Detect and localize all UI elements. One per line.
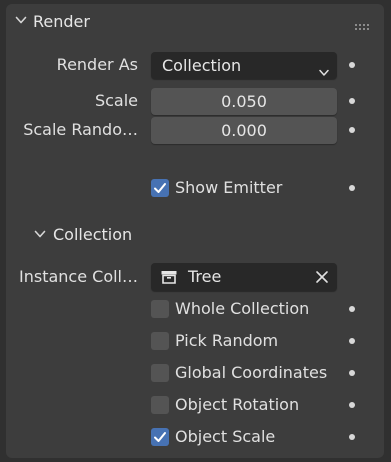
dropdown-arrow-icon: [319, 62, 329, 76]
show-emitter-label[interactable]: Show Emitter: [175, 177, 282, 199]
render-as-keyframe-dot-icon[interactable]: [349, 62, 355, 68]
whole-collection-label[interactable]: Whole Collection: [175, 298, 309, 320]
scale-label: Scale: [94, 91, 138, 110]
chevron-down-icon[interactable]: [15, 14, 27, 26]
show-emitter-checkbox[interactable]: [151, 179, 169, 197]
scale-field[interactable]: 0.050: [151, 88, 337, 115]
instance-collection-field[interactable]: Tree: [151, 263, 337, 291]
scale-random-value: 0.000: [221, 121, 267, 140]
pick-random-keyframe-dot-icon[interactable]: [349, 338, 355, 344]
render-panel: Render Render As Collection Scale 0.050: [6, 4, 384, 458]
pick-random-checkbox[interactable]: [151, 332, 169, 350]
pick-random-label[interactable]: Pick Random: [175, 330, 278, 352]
global-coordinates-label[interactable]: Global Coordinates: [175, 362, 327, 384]
scale-value: 0.050: [221, 92, 267, 111]
chevron-down-icon[interactable]: [34, 228, 46, 240]
show-emitter-keyframe-dot-icon[interactable]: [349, 185, 355, 191]
render-as-value: Collection: [162, 56, 242, 75]
render-as-label: Render As: [56, 55, 138, 74]
collection-subpanel-title: Collection: [53, 225, 133, 244]
collection-subpanel-header[interactable]: Collection: [26, 216, 186, 252]
render-panel-header[interactable]: Render: [6, 4, 384, 40]
object-rotation-keyframe-dot-icon[interactable]: [349, 402, 355, 408]
object-scale-keyframe-dot-icon[interactable]: [349, 434, 355, 440]
drag-grip-icon[interactable]: [354, 17, 370, 30]
object-rotation-label[interactable]: Object Rotation: [175, 394, 299, 416]
close-icon[interactable]: [315, 269, 329, 283]
global-coordinates-keyframe-dot-icon[interactable]: [349, 370, 355, 376]
whole-collection-keyframe-dot-icon[interactable]: [349, 306, 355, 312]
collection-box-icon: [160, 268, 178, 286]
scale-random-label: Scale Rando…: [23, 120, 138, 139]
properties-editor: Render Render As Collection Scale 0.050: [0, 0, 391, 462]
render-panel-title: Render: [33, 12, 90, 31]
render-as-dropdown[interactable]: Collection: [151, 52, 337, 79]
scale-random-field[interactable]: 0.000: [151, 117, 337, 144]
whole-collection-checkbox[interactable]: [151, 300, 169, 318]
global-coordinates-checkbox[interactable]: [151, 364, 169, 382]
checkmark-icon: [154, 432, 166, 442]
scale-keyframe-dot-icon[interactable]: [349, 98, 355, 104]
object-scale-label[interactable]: Object Scale: [175, 426, 275, 448]
object-scale-checkbox[interactable]: [151, 428, 169, 446]
instance-collection-value: Tree: [188, 267, 222, 286]
object-rotation-checkbox[interactable]: [151, 396, 169, 414]
checkmark-icon: [154, 183, 166, 193]
scale-random-keyframe-dot-icon[interactable]: [349, 127, 355, 133]
instance-collection-label: Instance Coll…: [19, 267, 138, 286]
